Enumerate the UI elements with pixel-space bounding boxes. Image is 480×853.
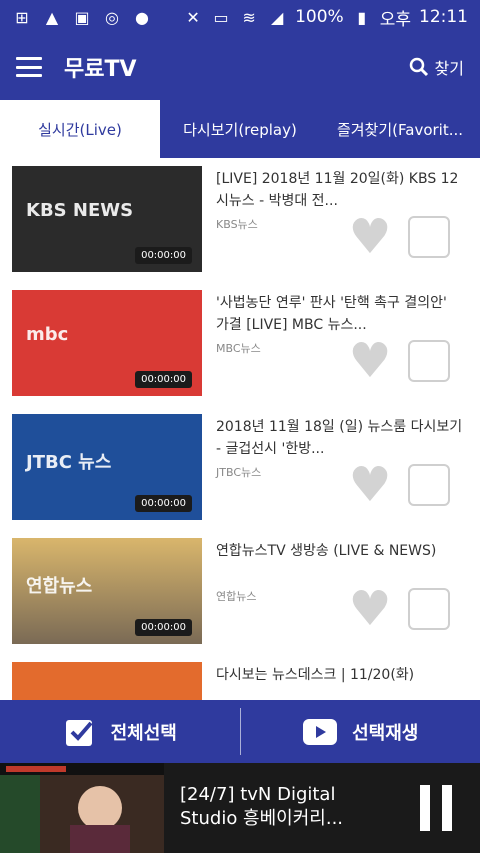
talk-icon: ● bbox=[135, 7, 149, 27]
list-item[interactable]: 다시보는 뉴스데스크 | 11/20(화) bbox=[0, 654, 480, 700]
video-title[interactable]: 2018년 11월 18일 (일) 뉴스룸 다시보기 - 글겁선시 '한방... bbox=[216, 416, 464, 460]
clock: 12:11 bbox=[419, 7, 468, 27]
thumbnail-logo: JTBC 뉴스 bbox=[26, 452, 112, 473]
thumbnail-logo: mbc bbox=[26, 324, 69, 345]
favorite-heart-icon[interactable]: ♥ bbox=[345, 337, 395, 385]
select-checkbox[interactable] bbox=[408, 340, 450, 382]
duration-badge: 00:00:00 bbox=[135, 371, 192, 388]
video-source: KBS뉴스 bbox=[216, 218, 258, 231]
player-title: [24/7] tvN Digital Studio 흥베이커리... bbox=[180, 784, 344, 829]
search-icon bbox=[409, 57, 428, 77]
hd-icon: ▭ bbox=[213, 7, 229, 27]
search-button[interactable]: 찾기 bbox=[409, 55, 464, 79]
video-source: 연합뉴스 bbox=[216, 590, 257, 603]
video-source: MBC뉴스 bbox=[216, 342, 261, 355]
mini-player[interactable]: [24/7] tvN Digital Studio 흥베이커리... bbox=[0, 763, 480, 853]
duration-badge: 00:00:00 bbox=[135, 619, 192, 636]
video-title[interactable]: '사법농단 연루' 판사 '탄핵 촉구 결의안' 가결 [LIVE] MBC 뉴… bbox=[216, 292, 464, 336]
tab-bar: 실시간(Live) 다시보기(replay) 즐겨찾기(Favorit... bbox=[0, 100, 480, 158]
list-item[interactable]: mbc 00:00:00 '사법농단 연루' 판사 '탄핵 촉구 결의안' 가결… bbox=[0, 282, 480, 406]
video-title[interactable]: 다시보는 뉴스데스크 | 11/20(화) bbox=[216, 664, 464, 686]
app-bar: 무료TV 찾기 bbox=[0, 34, 480, 100]
duration-badge: 00:00:00 bbox=[135, 247, 192, 264]
checkbox-checked-icon bbox=[65, 719, 93, 746]
video-thumbnail[interactable]: 연합뉴스 00:00:00 bbox=[12, 538, 202, 644]
favorite-heart-icon[interactable]: ♥ bbox=[345, 213, 395, 261]
select-checkbox[interactable] bbox=[408, 464, 450, 506]
plus-notification-icon: ⊞ bbox=[15, 7, 29, 27]
player-thumbnail[interactable] bbox=[0, 763, 164, 853]
video-thumbnail[interactable]: KBS NEWS 00:00:00 bbox=[12, 166, 202, 272]
list-item[interactable]: 연합뉴스 00:00:00 연합뉴스TV 생방송 (LIVE & NEWS) 연… bbox=[0, 530, 480, 654]
favorite-heart-icon[interactable]: ♥ bbox=[345, 461, 395, 509]
player-thumbnail-image bbox=[0, 763, 164, 853]
battery-percent: 100% bbox=[295, 7, 344, 27]
video-title[interactable]: [LIVE] 2018년 11월 20일(화) KBS 12시뉴스 - 박병대 … bbox=[216, 168, 464, 212]
play-selected-label: 선택재생 bbox=[352, 722, 419, 744]
list-item[interactable]: JTBC 뉴스 00:00:00 2018년 11월 18일 (일) 뉴스룸 다… bbox=[0, 406, 480, 530]
status-bar-right: ✕ ▭ ≋ ◢ 100% ▮ 오후 12:11 bbox=[183, 5, 468, 30]
video-thumbnail[interactable]: JTBC 뉴스 00:00:00 bbox=[12, 414, 202, 520]
video-source: JTBC뉴스 bbox=[216, 466, 262, 479]
play-selected-button[interactable]: 선택재생 bbox=[241, 700, 480, 763]
thumbnail-logo: KBS NEWS bbox=[26, 200, 134, 221]
play-icon bbox=[303, 718, 338, 745]
time-period: 오후 bbox=[379, 9, 411, 30]
tab-live[interactable]: 실시간(Live) bbox=[0, 100, 160, 158]
video-thumbnail[interactable] bbox=[12, 662, 202, 700]
duration-badge: 00:00:00 bbox=[135, 495, 192, 512]
tab-replay[interactable]: 다시보기(replay) bbox=[160, 100, 320, 158]
status-bar-left: ⊞ ▲ ▣ ◎ ● bbox=[12, 7, 152, 27]
action-divider bbox=[239, 708, 241, 755]
hamburger-menu-icon[interactable] bbox=[16, 57, 42, 77]
select-all-button[interactable]: 전체선택 bbox=[0, 700, 240, 763]
bottom-action-bar: 전체선택 선택재생 bbox=[0, 700, 480, 763]
thumbnail-logo: 연합뉴스 bbox=[26, 576, 93, 597]
search-label: 찾기 bbox=[434, 59, 464, 78]
select-all-label: 전체선택 bbox=[110, 722, 177, 744]
video-title[interactable]: 연합뉴스TV 생방송 (LIVE & NEWS) bbox=[216, 540, 464, 562]
battery-icon: ▮ bbox=[357, 7, 367, 27]
pause-icon[interactable] bbox=[420, 785, 452, 831]
sync-icon: ◎ bbox=[105, 7, 119, 27]
select-checkbox[interactable] bbox=[408, 216, 450, 258]
tv-app-icon: ▣ bbox=[74, 7, 90, 27]
signal-icon: ◢ bbox=[270, 7, 284, 27]
warning-icon: ▲ bbox=[45, 7, 59, 27]
tab-favorites[interactable]: 즐겨찾기(Favorit... bbox=[320, 100, 480, 158]
favorite-heart-icon[interactable]: ♥ bbox=[345, 585, 395, 633]
list-item[interactable]: KBS NEWS 00:00:00 [LIVE] 2018년 11월 20일(화… bbox=[0, 158, 480, 282]
wifi-icon: ≋ bbox=[242, 7, 256, 27]
app-title: 무료TV bbox=[64, 57, 137, 82]
video-list[interactable]: KBS NEWS 00:00:00 [LIVE] 2018년 11월 20일(화… bbox=[0, 158, 480, 700]
status-bar: ⊞ ▲ ▣ ◎ ● ✕ ▭ ≋ ◢ 100% ▮ 오후 12:11 bbox=[0, 0, 480, 34]
select-checkbox[interactable] bbox=[408, 588, 450, 630]
mute-icon: ✕ bbox=[186, 7, 200, 27]
video-thumbnail[interactable]: mbc 00:00:00 bbox=[12, 290, 202, 396]
